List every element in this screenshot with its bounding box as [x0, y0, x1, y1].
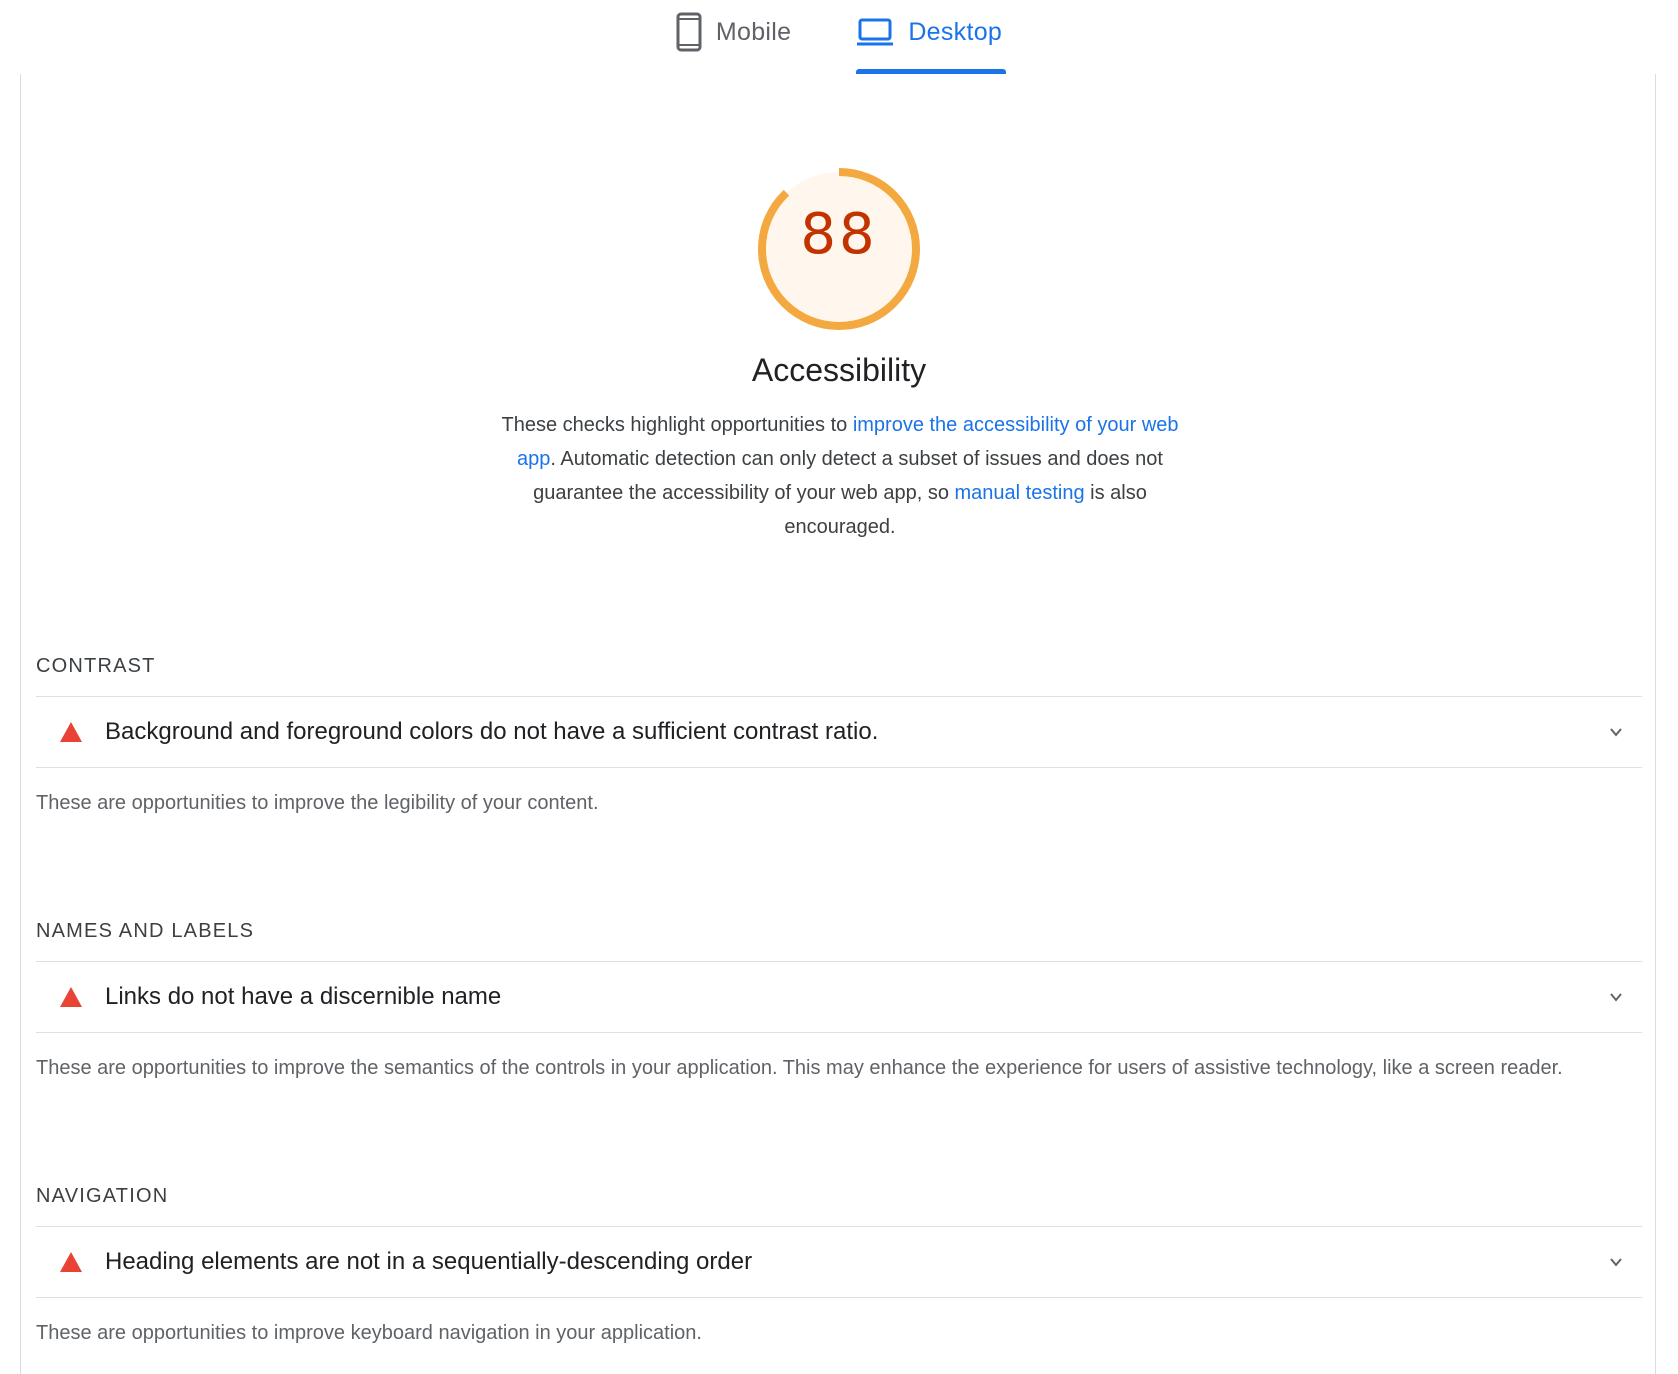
audit-row-link-name[interactable]: Links do not have a discernible name	[36, 961, 1642, 1033]
description-text-1: These checks highlight opportunities to	[501, 414, 853, 436]
chevron-down-icon[interactable]	[1602, 1248, 1630, 1276]
tab-mobile[interactable]: Mobile	[672, 0, 795, 64]
audit-row-heading-order[interactable]: Heading elements are not in a sequential…	[36, 1226, 1642, 1298]
category-title: Accessibility	[751, 352, 927, 388]
group-heading: CONTRAST	[36, 655, 156, 677]
audit-title: Links do not have a discernible name	[105, 983, 502, 1010]
group-navigation: NAVIGATION Heading elements are not in a…	[36, 1182, 1642, 1346]
fail-triangle-icon	[59, 721, 83, 743]
manual-testing-link[interactable]: manual testing	[955, 482, 1085, 504]
tab-mobile-label: Mobile	[715, 17, 792, 46]
chevron-down-icon[interactable]	[1602, 983, 1630, 1011]
chevron-down-icon[interactable]	[1602, 718, 1630, 746]
group-heading: NAVIGATION	[36, 1185, 169, 1207]
laptop-icon	[856, 17, 894, 47]
group-description: These are opportunities to improve the s…	[36, 1057, 1563, 1079]
fail-triangle-icon	[59, 986, 83, 1008]
score-value: 88	[800, 201, 878, 267]
category-description: These checks highlight opportunities to …	[500, 408, 1180, 544]
group-description: These are opportunities to improve the l…	[36, 792, 599, 814]
group-heading: NAMES AND LABELS	[36, 920, 255, 942]
tab-desktop-label: Desktop	[908, 17, 1003, 46]
audit-title: Background and foreground colors do not …	[105, 718, 879, 745]
group-description: These are opportunities to improve keybo…	[36, 1322, 702, 1344]
fail-triangle-icon	[59, 1251, 83, 1273]
group-contrast: CONTRAST Background and foreground color…	[36, 652, 1642, 816]
audit-title: Heading elements are not in a sequential…	[105, 1248, 753, 1275]
smartphone-icon	[676, 12, 702, 52]
score-gauge: 88	[754, 164, 924, 334]
group-names-and-labels: NAMES AND LABELS Links do not have a dis…	[36, 917, 1642, 1081]
audit-row-contrast[interactable]: Background and foreground colors do not …	[36, 696, 1642, 768]
tab-desktop[interactable]: Desktop	[852, 0, 1007, 74]
device-tabs: Mobile Desktop	[0, 0, 1678, 75]
